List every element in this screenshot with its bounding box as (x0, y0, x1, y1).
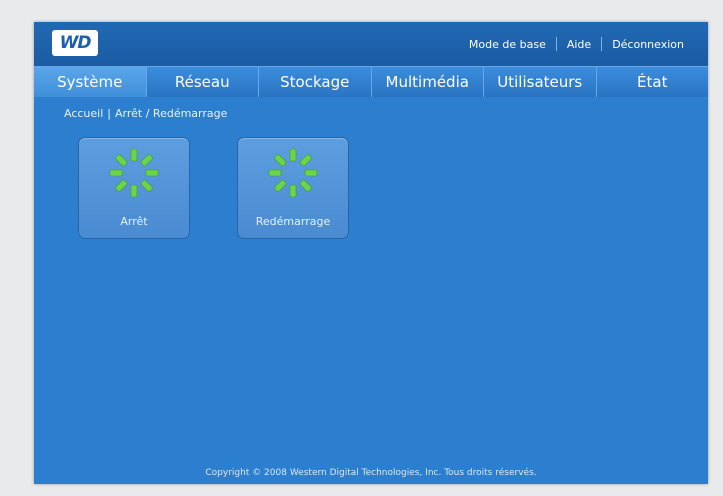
logout-link[interactable]: Déconnexion (602, 38, 694, 51)
help-link[interactable]: Aide (557, 38, 601, 51)
breadcrumb-current: Arrêt / Redémarrage (115, 107, 228, 120)
restart-label: Redémarrage (255, 215, 331, 228)
tab-utilisateurs[interactable]: Utilisateurs (484, 67, 597, 97)
shutdown-button[interactable]: Arrêt (78, 137, 190, 239)
top-bar: WD Mode de base Aide Déconnexion (34, 22, 708, 66)
tab-multimedia[interactable]: Multimédia (372, 67, 484, 97)
tab-systeme[interactable]: Système (34, 67, 147, 97)
tab-etat[interactable]: État (597, 67, 709, 97)
tab-stockage[interactable]: Stockage (259, 67, 372, 97)
copyright-footer: Copyright © 2008 Western Digital Technol… (205, 468, 537, 478)
restart-button[interactable]: Redémarrage (237, 137, 349, 239)
tab-reseau[interactable]: Réseau (147, 67, 259, 97)
basic-mode-link[interactable]: Mode de base (459, 38, 556, 51)
breadcrumb-home-link[interactable]: Accueil (64, 107, 103, 120)
breadcrumb: Accueil | Arrêt / Redémarrage (64, 107, 227, 120)
app-frame: WD Mode de base Aide Déconnexion Système… (34, 22, 708, 484)
breadcrumb-separator: | (107, 107, 111, 120)
shutdown-label: Arrêt (120, 215, 148, 228)
main-nav-tabs: Système Réseau Stockage Multimédia Utili… (34, 66, 708, 97)
wd-logo: WD (52, 30, 98, 56)
spinner-icon (268, 148, 318, 198)
spinner-icon (109, 148, 159, 198)
top-links: Mode de base Aide Déconnexion (459, 37, 694, 51)
